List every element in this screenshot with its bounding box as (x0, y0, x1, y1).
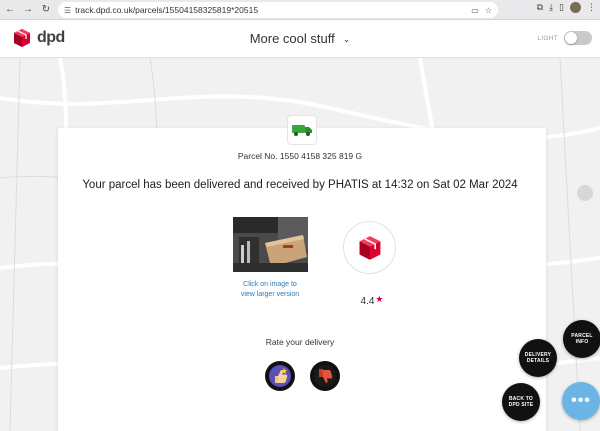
dpd-cube-icon (359, 235, 380, 260)
site-info-icon[interactable]: ☰ (64, 6, 71, 15)
reload-icon[interactable]: ↻ (38, 2, 54, 18)
theme-switch[interactable] (564, 31, 592, 45)
url-text: track.dpd.co.uk/parcels/15504158325819*2… (75, 5, 259, 15)
rate-delivery-label: Rate your delivery (265, 337, 335, 347)
delivery-status-badge (287, 115, 317, 145)
browser-actions: ⧉ ⤓ ▯ ⋮ (537, 2, 596, 13)
parcel-number: Parcel No. 1550 4158 325 819 G (237, 151, 363, 161)
back-arrow-icon[interactable]: ← (2, 2, 18, 18)
delivery-details-line2: DETAILS (526, 358, 550, 364)
forward-arrow-icon[interactable]: → (20, 2, 36, 18)
thumbs-up-button[interactable] (265, 361, 295, 391)
more-menu-button[interactable]: ••• (562, 382, 600, 420)
bookmark-star-icon[interactable]: ☆ (485, 6, 492, 15)
delivery-details-button[interactable]: DELIVERY DETAILS (519, 339, 557, 377)
thumbs-down-button[interactable] (310, 361, 340, 391)
browser-toolbar: ← → ↻ ☰ track.dpd.co.uk/parcels/15504158… (0, 0, 600, 20)
photo-hint-line1: Click on image to (243, 281, 297, 288)
theme-label: LIGHT (537, 34, 558, 42)
profile-avatar[interactable] (570, 2, 581, 13)
photo-hint-line2: view larger version (240, 291, 300, 298)
star-icon: ★ (375, 294, 384, 304)
parcel-info-button[interactable]: PARCEL INFO (563, 320, 600, 358)
parcel-selector[interactable]: More cool stuff ⌄ (0, 31, 600, 46)
green-van-icon (292, 125, 312, 136)
thumbs-up-icon (269, 365, 291, 387)
download-icon[interactable]: ⤓ (549, 2, 553, 13)
back-to-dpd-site-button[interactable]: BACK TO DPD SITE (502, 383, 540, 421)
cast-icon[interactable]: ▭ (471, 6, 479, 15)
site-header: dpd More cool stuff ⌄ LIGHT (0, 20, 600, 58)
delivery-status-headline: Your parcel has been delivered and recei… (82, 179, 518, 191)
address-bar[interactable]: ☰ track.dpd.co.uk/parcels/15504158325819… (58, 2, 498, 18)
parcel-info-line2: INFO (575, 339, 589, 345)
proof-of-delivery-photo[interactable] (233, 217, 308, 272)
extensions-icon[interactable]: ⧉ (537, 2, 543, 13)
side-panel-icon[interactable]: ▯ (559, 2, 564, 13)
more-dots-icon: ••• (571, 392, 591, 409)
kebab-menu-icon[interactable]: ⋮ (587, 2, 596, 13)
driver-avatar (343, 221, 396, 274)
chevron-down-icon: ⌄ (342, 34, 351, 44)
delivery-photo-image (233, 217, 308, 272)
driver-rating: 4.4★ (352, 294, 392, 307)
back-to-line2: DPD SITE (508, 402, 534, 408)
rating-value: 4.4 (360, 296, 375, 307)
parcel-name: More cool stuff (249, 31, 335, 46)
thumbs-down-icon (314, 365, 336, 387)
theme-toggle[interactable]: LIGHT (537, 31, 592, 45)
photo-enlarge-link[interactable]: Click on image to view larger version (220, 280, 320, 300)
